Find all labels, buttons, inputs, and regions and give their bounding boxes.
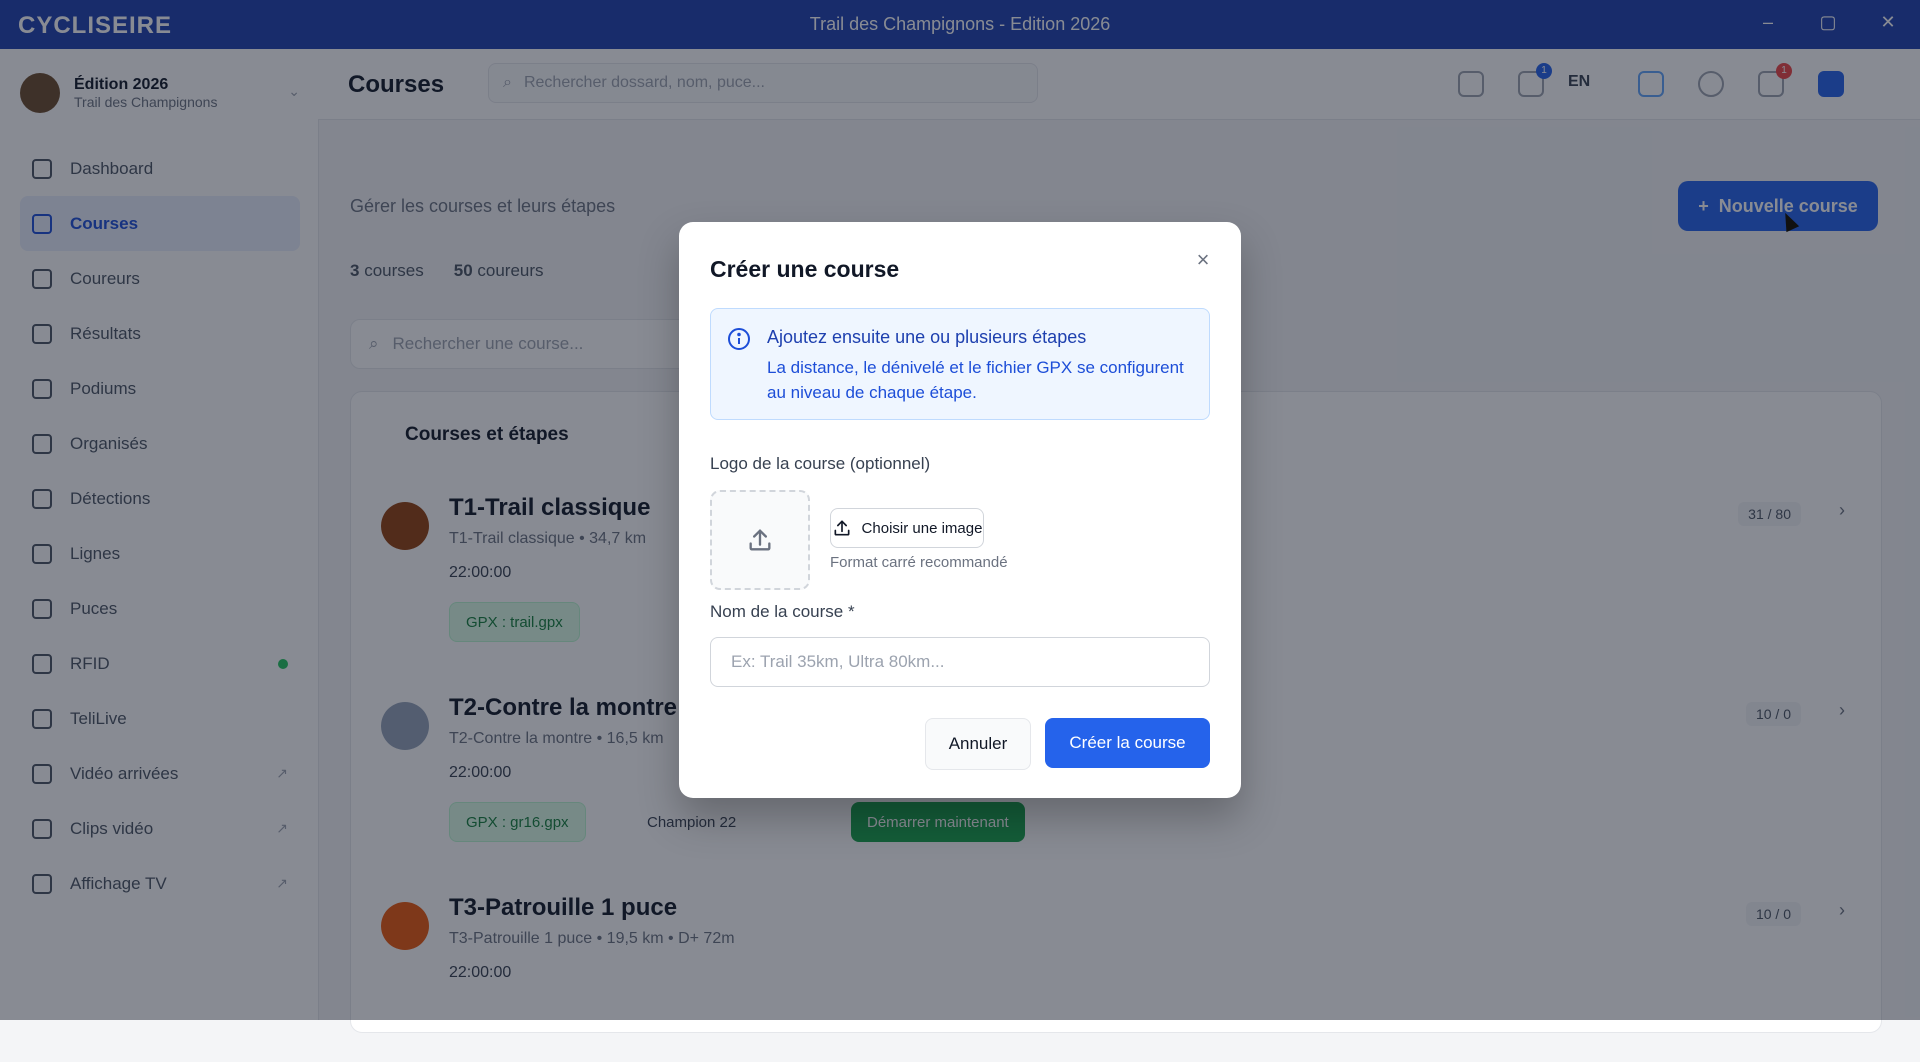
cancel-button[interactable]: Annuler xyxy=(925,718,1031,770)
choose-image-label: Choisir une image xyxy=(861,519,983,537)
logo-label: Logo de la course (optionnel) xyxy=(710,454,931,473)
choose-image-button[interactable]: Choisir une image xyxy=(830,508,984,548)
dialog-title: Créer une course xyxy=(710,256,900,282)
info-callout: Ajoutez ensuite une ou plusieurs étapes … xyxy=(710,308,1210,420)
create-course-button[interactable]: Créer la course xyxy=(1045,718,1210,768)
create-course-dialog: Créer une course × Ajoutez ensuite une o… xyxy=(679,222,1241,798)
info-text: La distance, le dénivelé et le fichier G… xyxy=(767,358,1184,402)
course-name-input[interactable] xyxy=(710,637,1210,687)
info-title: Ajoutez ensuite une ou plusieurs étapes xyxy=(767,327,1087,347)
logo-dropzone[interactable] xyxy=(710,490,810,590)
upload-icon xyxy=(749,529,771,551)
info-icon xyxy=(728,328,750,350)
format-hint: Format carré recommandé xyxy=(830,554,1008,571)
close-icon[interactable]: × xyxy=(1191,248,1215,272)
upload-icon xyxy=(834,520,850,536)
name-label: Nom de la course * xyxy=(710,602,855,621)
